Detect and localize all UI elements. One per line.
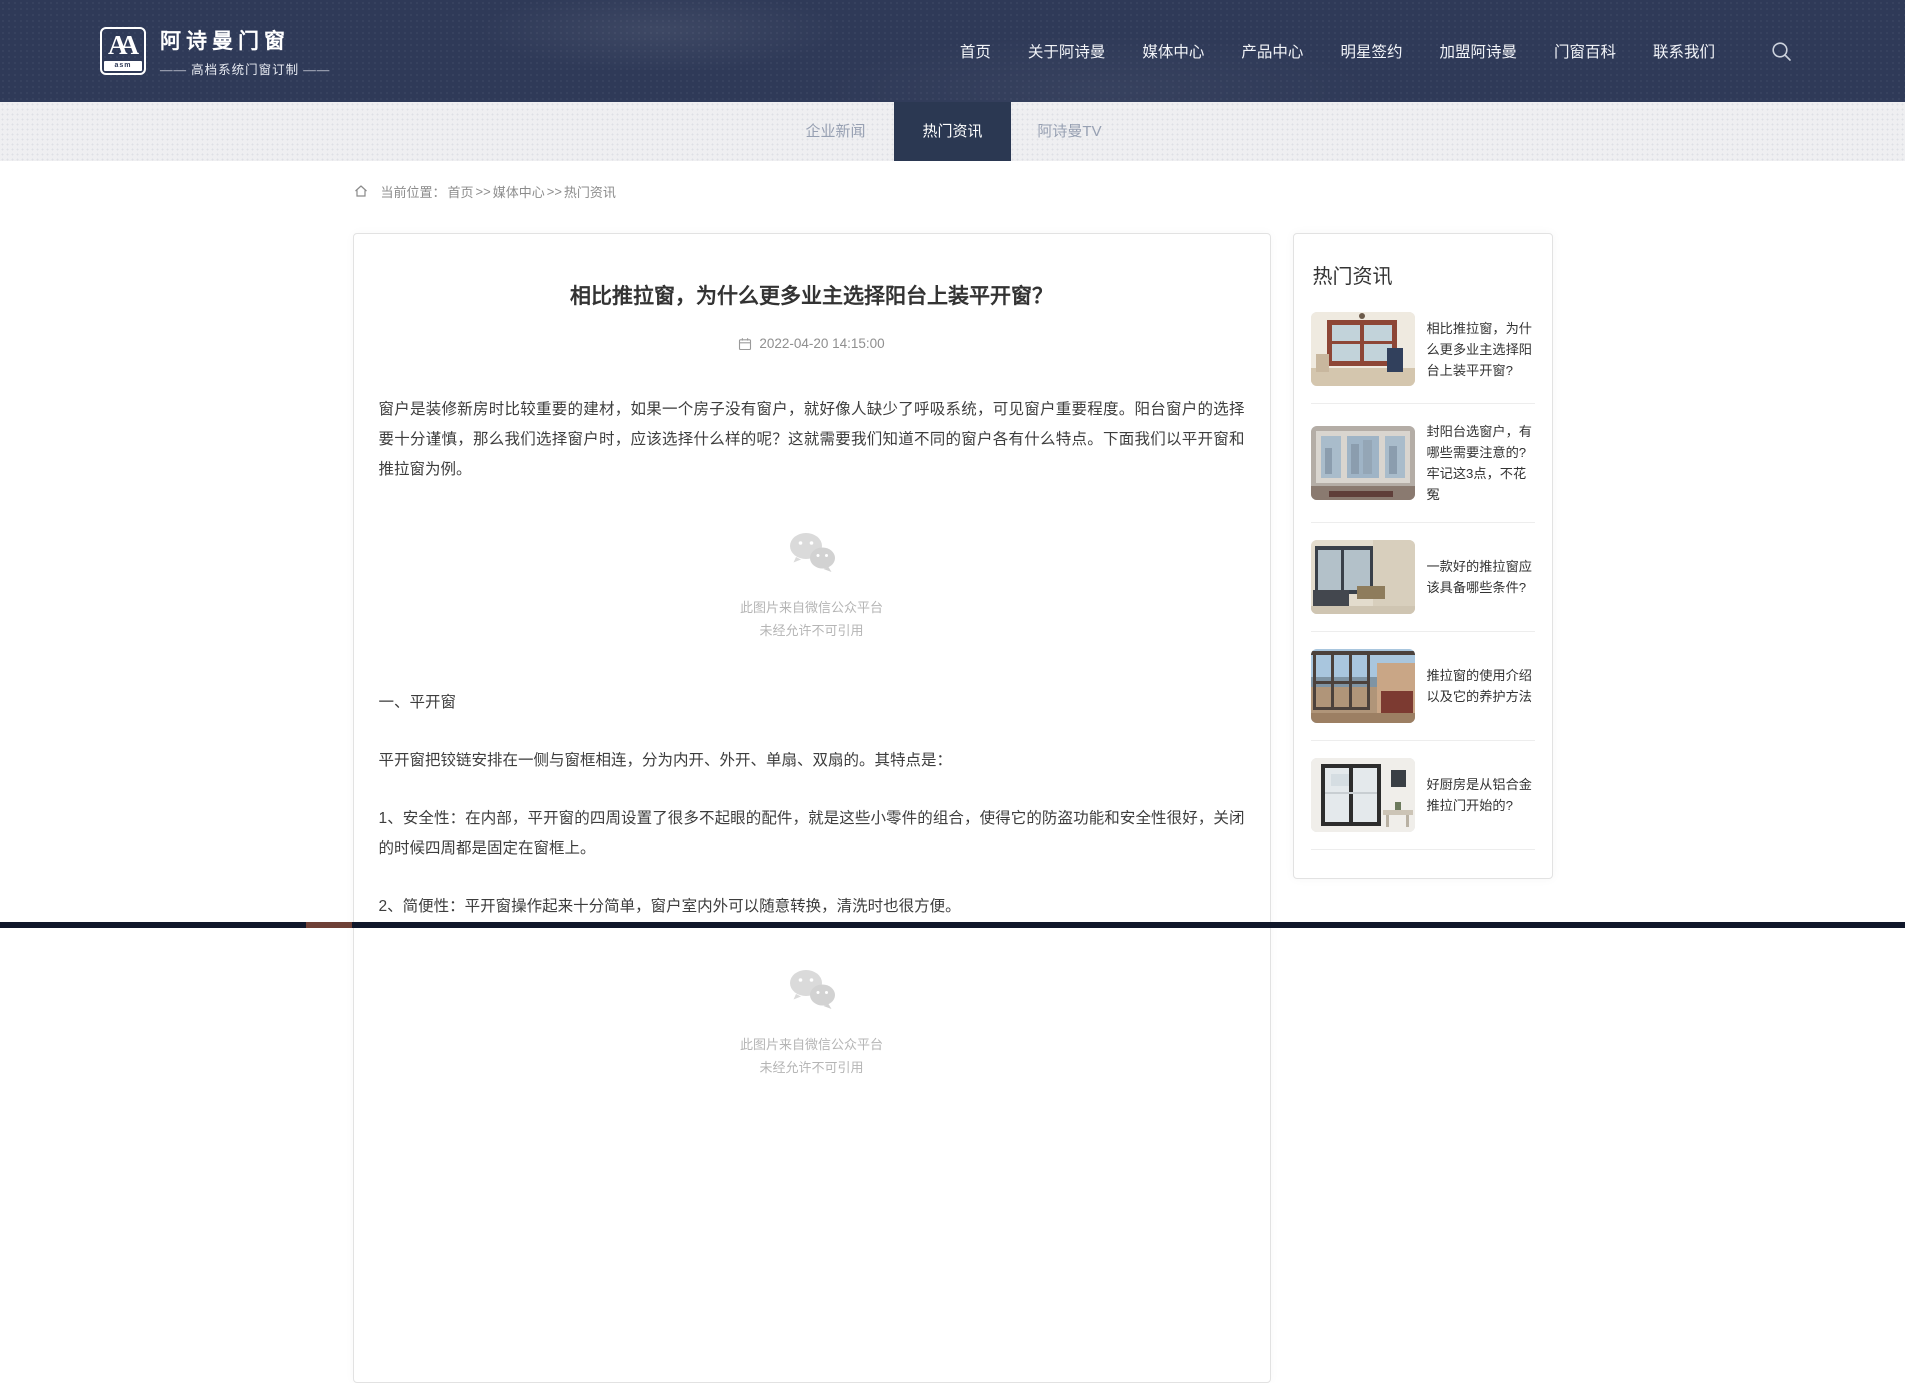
sidebar-article-item[interactable]: 相比推拉窗，为什么更多业主选择阳台上装平开窗? [1311,295,1535,403]
nav-item-media-center[interactable]: 媒体中心 [1142,40,1204,62]
article-thumbnail [1311,312,1415,386]
nav-item-products[interactable]: 产品中心 [1241,40,1303,62]
breadcrumb: 当前位置： 首页 >> 媒体中心 >> 热门资讯 [353,179,1553,203]
sidebar-article-item[interactable]: 好厨房是从铝合金推拉门开始的? [1311,740,1535,849]
article-date: 2022-04-20 14:15:00 [759,336,884,351]
top-navigation-bar: AA asm 阿诗曼门窗 —— 高档系统门窗订制 —— 首页 关于阿诗曼 媒体中… [0,0,1905,102]
brand-logo[interactable]: AA asm 阿诗曼门窗 —— 高档系统门窗订制 —— [100,25,330,78]
breadcrumb-label: 当前位置： [381,182,446,201]
section-tab-bar: 企业新闻 热门资讯 阿诗曼TV [0,102,1905,161]
footer-strip-accent [306,922,352,928]
sidebar-article-title: 好厨房是从铝合金推拉门开始的? [1427,774,1535,816]
placeholder-notice-line2: 未经允许不可引用 [379,1056,1245,1079]
breadcrumb-current[interactable]: 热门资讯 [564,182,616,201]
breadcrumb-link-home[interactable]: 首页 [448,182,474,201]
article-date-row: 2022-04-20 14:15:00 [379,336,1245,351]
footer-strip [0,922,1905,928]
logo-sub-text: asm [104,61,142,71]
sidebar-article-item[interactable]: 一款好的推拉窗应该具备哪些条件? [1311,522,1535,631]
tab-company-news[interactable]: 企业新闻 [777,102,894,161]
wechat-icon [787,531,837,580]
logo-icon: AA asm [100,27,146,75]
placeholder-notice-line2: 未经允许不可引用 [379,619,1245,642]
nav-item-celebrity[interactable]: 明星签约 [1340,40,1402,62]
content-area: 相比推拉窗，为什么更多业主选择阳台上装平开窗？ 2022-04-20 14:15… [353,233,1553,1383]
article-paragraph: 平开窗把铰链安排在一侧与窗框相连，分为内开、外开、单扇、双扇的。其特点是： [379,746,1245,776]
placeholder-notice-line1: 此图片来自微信公众平台 [379,1033,1245,1056]
article-paragraph-intro: 窗户是装修新房时比较重要的建材，如果一个房子没有窗户，就好像人缺少了呼吸系统，可… [379,395,1245,485]
home-icon[interactable] [353,183,369,199]
tab-ashman-tv[interactable]: 阿诗曼TV [1011,102,1128,161]
sidebar-article-title: 相比推拉窗，为什么更多业主选择阳台上装平开窗? [1427,318,1535,381]
sidebar-article-title: 推拉窗的使用介绍以及它的养护方法 [1427,665,1535,707]
article-thumbnail [1311,426,1415,500]
breadcrumb-link-media-center[interactable]: 媒体中心 [493,182,545,201]
sidebar-article-list: 相比推拉窗，为什么更多业主选择阳台上装平开窗? [1311,295,1535,850]
sidebar-title: 热门资讯 [1313,260,1535,289]
brand-tagline: —— 高档系统门窗订制 —— [160,59,330,78]
article-card: 相比推拉窗，为什么更多业主选择阳台上装平开窗？ 2022-04-20 14:15… [353,233,1271,1383]
nav-item-about[interactable]: 关于阿诗曼 [1028,40,1106,62]
calendar-icon [738,337,752,351]
brand-name: 阿诗曼门窗 [160,25,330,55]
main-menu: 首页 关于阿诗曼 媒体中心 产品中心 明星签约 加盟阿诗曼 门窗百科 联系我们 [960,40,1793,63]
breadcrumb-separator: >> [476,184,491,199]
breadcrumb-separator: >> [547,184,562,199]
article-paragraph: 1、安全性：在内部，平开窗的四周设置了很多不起眼的配件，就是这些小零件的组合，使… [379,804,1245,864]
search-icon[interactable] [1770,40,1793,63]
nav-item-join[interactable]: 加盟阿诗曼 [1439,40,1517,62]
article-thumbnail [1311,649,1415,723]
wechat-image-placeholder: 此图片来自微信公众平台 未经允许不可引用 [379,968,1245,1079]
article-thumbnail [1311,540,1415,614]
sidebar-article-title: 封阳台选窗户，有哪些需要注意的?牢记这3点，不花冤 [1427,421,1535,505]
hot-news-sidebar: 热门资讯 相比推拉窗，为什么更多业主选择阳台 [1293,233,1553,879]
wechat-image-placeholder: 此图片来自微信公众平台 未经允许不可引用 [379,531,1245,642]
placeholder-notice-line1: 此图片来自微信公众平台 [379,596,1245,619]
nav-item-contact[interactable]: 联系我们 [1653,40,1715,62]
nav-item-home[interactable]: 首页 [960,40,991,62]
sidebar-article-title: 一款好的推拉窗应该具备哪些条件? [1427,556,1535,598]
tab-hot-news[interactable]: 热门资讯 [894,102,1011,161]
article-paragraph: 2、简便性：平开窗操作起来十分简单，窗户室内外可以随意转换，清洗时也很方便。 [379,892,1245,922]
sidebar-article-item[interactable]: 封阳台选窗户，有哪些需要注意的?牢记这3点，不花冤 [1311,403,1535,522]
article-title: 相比推拉窗，为什么更多业主选择阳台上装平开窗？ [379,280,1245,310]
sidebar-article-item[interactable]: 推拉窗的使用介绍以及它的养护方法 [1311,631,1535,740]
wechat-icon [787,968,837,1017]
article-thumbnail [1311,758,1415,832]
nav-item-wiki[interactable]: 门窗百科 [1554,40,1616,62]
section-heading: 一、平开窗 [379,688,1245,718]
